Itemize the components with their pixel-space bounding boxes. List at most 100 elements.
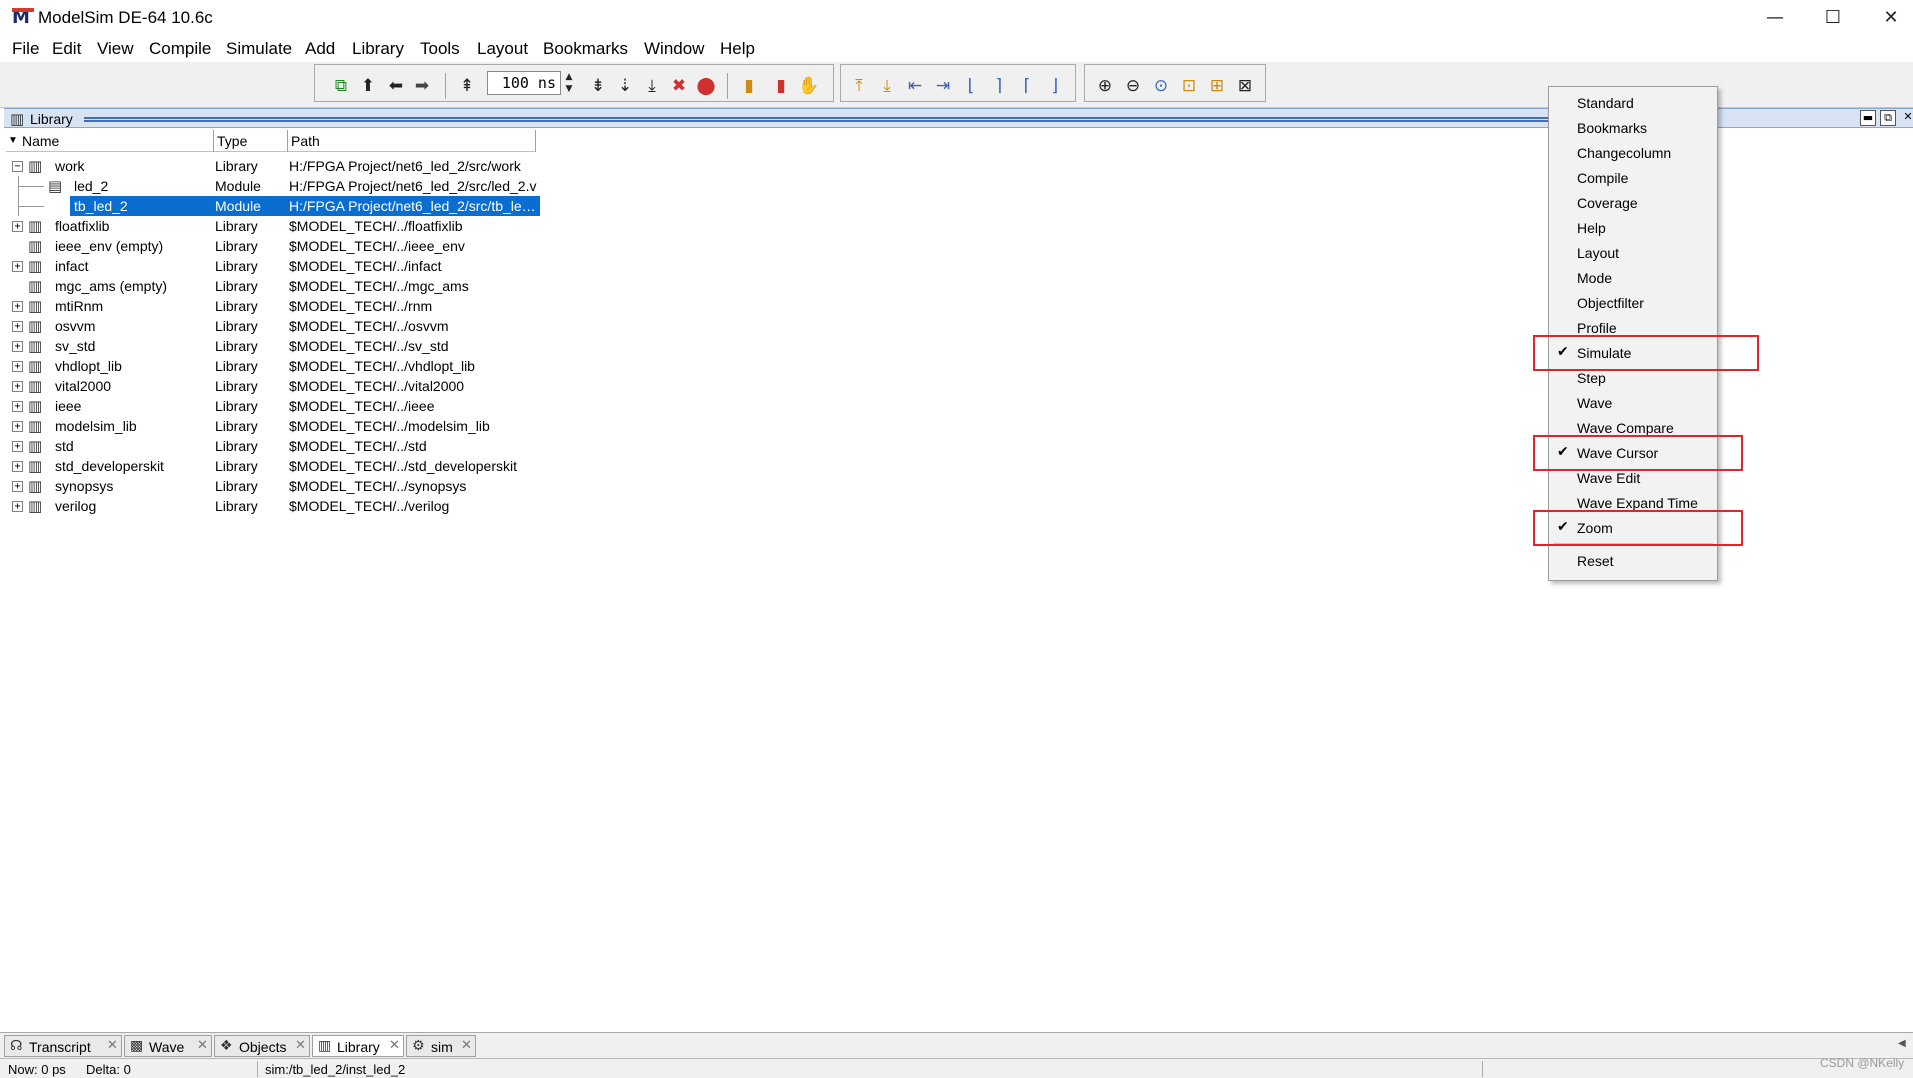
table-row[interactable]: + ▥ sv_std Library $MODEL_TECH/../sv_std xyxy=(6,336,536,356)
find-next-transition-icon[interactable]: ⤓ xyxy=(875,75,899,97)
forward-arrow-icon[interactable]: ➡ xyxy=(410,75,434,97)
restart-icon[interactable]: ⇞ xyxy=(455,75,479,97)
menu-item-changecolumn[interactable]: Changecolumn xyxy=(1549,141,1717,165)
minimize-button[interactable]: — xyxy=(1752,4,1798,32)
run-icon[interactable]: ⇟ xyxy=(586,75,610,97)
table-row[interactable]: + ▥ verilog Library $MODEL_TECH/../verilog xyxy=(6,496,536,516)
run-length-input[interactable]: 100 ns xyxy=(487,71,561,95)
table-row[interactable]: + ▥ vital2000 Library $MODEL_TECH/../vital20… xyxy=(6,376,536,396)
tab-library[interactable]: ▥ Library ✕ xyxy=(312,1035,404,1057)
table-row[interactable]: + ▥ vhdlopt_lib Library $MODEL_TECH/../vhdlo… xyxy=(6,356,536,376)
table-row[interactable]: + ▥ floatfixlib Library $MODEL_TECH/../float… xyxy=(6,216,536,236)
collapse-icon[interactable]: − xyxy=(12,161,23,172)
expand-icon[interactable]: + xyxy=(12,441,23,452)
expand-icon[interactable]: + xyxy=(12,321,23,332)
menu-item-bookmarks[interactable]: Bookmarks xyxy=(1549,116,1717,140)
table-row[interactable]: + ▥ ieee Library $MODEL_TECH/../ieee xyxy=(6,396,536,416)
expand-icon[interactable]: + xyxy=(12,361,23,372)
table-row[interactable]: ▥ ieee_env (empty) Library $MODEL_TECH/../i… xyxy=(6,236,536,256)
table-row[interactable]: ▥ mgc_ams (empty) Library $MODEL_TECH/../mg… xyxy=(6,276,536,296)
table-row[interactable]: − ▥ work Library H:/FPGA Project/net6_led_2/… xyxy=(6,156,536,176)
expand-icon[interactable]: + xyxy=(12,381,23,392)
table-row[interactable]: + ▥ synopsys Library $MODEL_TECH/../synopsys xyxy=(6,476,536,496)
performance-profile-icon[interactable]: ▮ xyxy=(737,75,761,97)
tab-transcript[interactable]: ☊ Transcript ✕ xyxy=(4,1035,122,1057)
expand-icon[interactable]: + xyxy=(12,341,23,352)
edge-next-icon[interactable]: ⌋ xyxy=(1043,75,1067,97)
table-row[interactable]: + ▥ infact Library $MODEL_TECH/../infact xyxy=(6,256,536,276)
column-type[interactable]: Type xyxy=(217,133,247,149)
edge-falling-icon[interactable]: ⌊ xyxy=(959,75,983,97)
menu-item-help[interactable]: Help xyxy=(1549,216,1717,240)
menu-item-objectfilter[interactable]: Objectfilter xyxy=(1549,291,1717,315)
edge-previous-icon[interactable]: ⌈ xyxy=(1015,75,1039,97)
expand-icon[interactable]: + xyxy=(12,301,23,312)
expand-icon[interactable]: + xyxy=(12,261,23,272)
menu-layout[interactable]: Layout xyxy=(477,39,528,59)
tab-close-icon[interactable]: ✕ xyxy=(389,1038,400,1053)
expand-icon[interactable]: + xyxy=(12,421,23,432)
close-button[interactable]: ✕ xyxy=(1868,4,1913,32)
maximize-button[interactable]: ☐ xyxy=(1810,4,1856,32)
hand-icon[interactable]: ✋ xyxy=(797,75,821,97)
table-row[interactable]: + ▥ osvvm Library $MODEL_TECH/../osvvm xyxy=(6,316,536,336)
expand-icon[interactable]: + xyxy=(12,481,23,492)
menu-item-wave-edit[interactable]: Wave Edit xyxy=(1549,466,1717,490)
up-arrow-icon[interactable]: ⬆ xyxy=(356,75,380,97)
expand-icon[interactable]: + xyxy=(12,501,23,512)
zoom-in-icon[interactable]: ⊕ xyxy=(1093,75,1117,97)
break-icon[interactable]: ✖ xyxy=(667,75,691,97)
memory-profile-icon[interactable]: ▮ xyxy=(769,75,793,97)
tab-sim[interactable]: ⚙ sim ✕ xyxy=(406,1035,476,1057)
panel-undock-button[interactable]: ⧉ xyxy=(1880,110,1896,126)
find-previous-transition-icon[interactable]: ⤒ xyxy=(847,75,871,97)
column-name[interactable]: Name xyxy=(22,133,59,149)
table-row[interactable]: ▤ led_2 Module H:/FPGA Project/net6_led_2/s… xyxy=(6,176,536,196)
table-row[interactable]: ▤ tb_led_2 Module H:/FPGA Project/net6_led_… xyxy=(6,196,540,216)
menu-window[interactable]: Window xyxy=(644,39,704,59)
zoom-full-icon[interactable]: ⊙ xyxy=(1149,75,1173,97)
menu-compile[interactable]: Compile xyxy=(149,39,211,59)
table-row[interactable]: + ▥ std_developerskit Library $MODEL_TECH/..… xyxy=(6,456,536,476)
menu-edit[interactable]: Edit xyxy=(52,39,81,59)
column-menu-icon[interactable]: ▼ xyxy=(8,135,18,146)
tab-scroll-left-icon[interactable]: ◀ xyxy=(1898,1034,1912,1054)
run-length-spinner[interactable]: ▲ ▼ xyxy=(562,71,576,95)
tab-close-icon[interactable]: ✕ xyxy=(107,1038,118,1053)
menu-item-standard[interactable]: Standard xyxy=(1549,91,1717,115)
zoom-out-icon[interactable]: ⊖ xyxy=(1121,75,1145,97)
expand-icon[interactable]: + xyxy=(12,401,23,412)
compile-all-icon[interactable]: ⧉ xyxy=(329,75,353,97)
menu-help[interactable]: Help xyxy=(720,39,755,59)
menu-add[interactable]: Add xyxy=(305,39,335,59)
tab-close-icon[interactable]: ✕ xyxy=(461,1038,472,1053)
continue-run-icon[interactable]: ⇣ xyxy=(613,75,637,97)
menu-item-step[interactable]: Step xyxy=(1549,366,1717,390)
menu-item-wave[interactable]: Wave xyxy=(1549,391,1717,415)
expand-icon[interactable]: + xyxy=(12,221,23,232)
menu-item-layout[interactable]: Layout xyxy=(1549,241,1717,265)
cursor-left-icon[interactable]: ⇤ xyxy=(903,75,927,97)
back-arrow-icon[interactable]: ⬅ xyxy=(384,75,408,97)
tab-wave[interactable]: ▩ Wave ✕ xyxy=(124,1035,212,1057)
column-path[interactable]: Path xyxy=(291,133,320,149)
menu-item-mode[interactable]: Mode xyxy=(1549,266,1717,290)
menu-library[interactable]: Library xyxy=(352,39,404,59)
menu-item-coverage[interactable]: Coverage xyxy=(1549,191,1717,215)
expand-icon[interactable]: + xyxy=(12,461,23,472)
menu-tools[interactable]: Tools xyxy=(420,39,460,59)
zoom-cursor-icon[interactable]: ⊡ xyxy=(1177,75,1201,97)
menu-item-reset[interactable]: Reset xyxy=(1549,549,1717,573)
menu-item-compile[interactable]: Compile xyxy=(1549,166,1717,190)
menu-bookmarks[interactable]: Bookmarks xyxy=(543,39,628,59)
zoom-region-icon[interactable]: ⊠ xyxy=(1233,75,1257,97)
menu-simulate[interactable]: Simulate xyxy=(226,39,292,59)
cursor-right-icon[interactable]: ⇥ xyxy=(931,75,955,97)
panel-drag-handle[interactable] xyxy=(84,117,1644,122)
edge-rising-icon[interactable]: ⌉ xyxy=(987,75,1011,97)
run-all-icon[interactable]: ⤓ xyxy=(640,75,664,97)
tab-close-icon[interactable]: ✕ xyxy=(295,1038,306,1053)
panel-close-button[interactable]: ✕ xyxy=(1900,110,1913,126)
panel-minimize-button[interactable]: ▬ xyxy=(1860,110,1876,126)
tab-close-icon[interactable]: ✕ xyxy=(197,1038,208,1053)
